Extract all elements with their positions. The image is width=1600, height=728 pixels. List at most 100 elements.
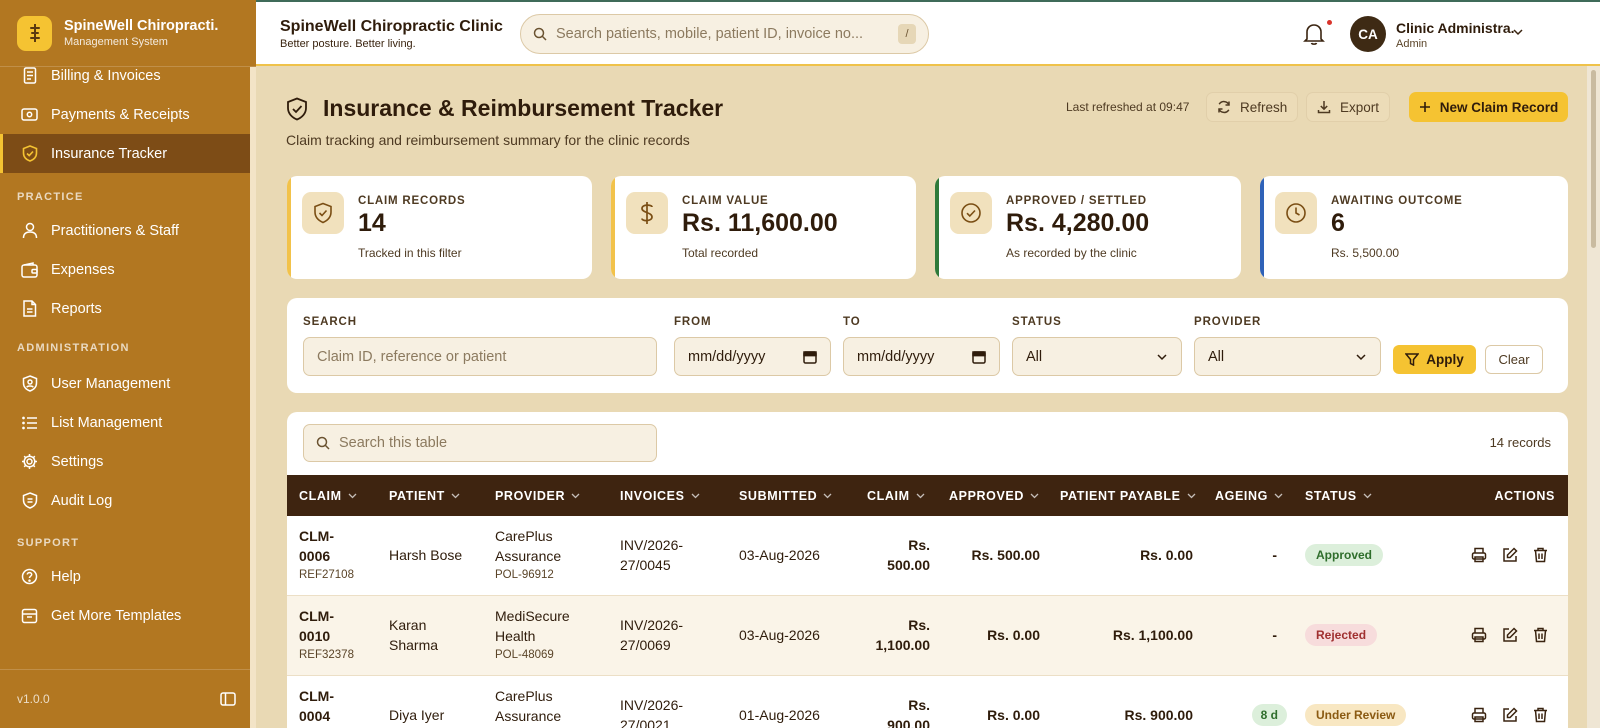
delete-icon[interactable]: [1533, 627, 1548, 643]
column-header-provider[interactable]: PROVIDER: [495, 475, 580, 516]
ageing-badge: 8 d: [1251, 704, 1287, 726]
table-search-input[interactable]: Search this table: [303, 424, 657, 462]
sidebar-item-get-more-templates[interactable]: Get More Templates: [0, 596, 256, 635]
delete-icon[interactable]: [1533, 707, 1548, 723]
sidebar-item-insurance-tracker[interactable]: Insurance Tracker: [0, 134, 256, 173]
invoices-cell[interactable]: INV/2026- 27/0045: [620, 535, 683, 575]
sidebar-item-label: Billing & Invoices: [51, 67, 161, 84]
page-scrollbar[interactable]: [1587, 66, 1600, 728]
sidebar-item-expenses[interactable]: Expenses: [0, 250, 256, 289]
column-header-claim-amount[interactable]: CLAIM: [867, 475, 925, 516]
patient-payable-cell: Rs. 900.00: [1124, 707, 1194, 723]
provider-select[interactable]: All: [1194, 337, 1381, 376]
shield-icon: [21, 492, 38, 509]
chevron-down-icon[interactable]: [1512, 28, 1524, 36]
column-header-status[interactable]: STATUS: [1305, 475, 1372, 516]
sidebar-item-reports[interactable]: Reports: [0, 289, 256, 328]
sidebar-item-help[interactable]: Help: [0, 557, 256, 596]
kpi-accent-bar: [1260, 176, 1264, 279]
edit-icon[interactable]: [1502, 547, 1518, 563]
sidebar-item-list-management[interactable]: List Management: [0, 403, 256, 442]
refresh-icon: [1217, 100, 1231, 114]
user-name[interactable]: Clinic Administra.: [1396, 20, 1515, 36]
version-label: v1.0.0: [17, 692, 50, 706]
scrollbar-thumb[interactable]: [1591, 70, 1596, 248]
sidebar-item-label: Insurance Tracker: [51, 145, 168, 162]
search-icon: [316, 436, 330, 450]
notification-dot: [1327, 20, 1332, 25]
column-header-approved[interactable]: APPROVED: [949, 475, 1039, 516]
plus-icon: [1419, 101, 1431, 113]
store-icon: [21, 607, 38, 624]
search-shortcut-key: /: [898, 24, 916, 44]
from-date-input[interactable]: mm/dd/yyyy: [674, 337, 831, 376]
column-label: PROVIDER: [495, 488, 566, 503]
brand-subtitle: Management System: [64, 36, 168, 48]
apply-filters-button[interactable]: Apply: [1393, 345, 1476, 374]
dollar-icon: [626, 192, 668, 234]
print-icon[interactable]: [1471, 627, 1487, 643]
sidebar-item-settings[interactable]: Settings: [0, 442, 256, 481]
claim-search-input[interactable]: Claim ID, reference or patient: [303, 337, 657, 376]
report-icon: [21, 300, 38, 317]
sidebar-item-billing[interactable]: Billing & Invoices: [0, 56, 256, 95]
global-search-input[interactable]: Search patients, mobile, patient ID, inv…: [520, 14, 929, 54]
table-row[interactable]: CLM- 0010 REF32378 Karan Sharma MediSecure H…: [287, 596, 1568, 676]
invoices-cell[interactable]: INV/2026- 27/0021: [620, 695, 683, 728]
table-row[interactable]: CLM- 0004 Diya Iyer CarePlus Assurance INV…: [287, 676, 1568, 728]
column-header-claim-id[interactable]: CLAIM: [299, 475, 357, 516]
new-claim-record-button[interactable]: New Claim Record: [1409, 92, 1568, 122]
calendar-icon[interactable]: [972, 350, 986, 364]
sidebar-item-payments[interactable]: Payments & Receipts: [0, 95, 256, 134]
column-label: AGEING: [1215, 488, 1268, 503]
claim-id-cell[interactable]: CLM- 0004: [299, 686, 334, 726]
column-header-ageing[interactable]: AGEING: [1215, 475, 1283, 516]
collapse-sidebar-icon[interactable]: [220, 692, 236, 706]
column-header-patient[interactable]: PATIENT: [389, 475, 460, 516]
shield-check-icon: [286, 97, 308, 121]
sidebar-scrollbar[interactable]: [250, 67, 256, 728]
chevron-down-icon: [348, 493, 357, 499]
claim-id-cell[interactable]: CLM- 0006 REF27108: [299, 526, 354, 583]
delete-icon[interactable]: [1533, 547, 1548, 563]
refresh-button[interactable]: Refresh: [1206, 92, 1299, 122]
export-button[interactable]: Export: [1306, 92, 1391, 122]
print-icon[interactable]: [1471, 707, 1487, 723]
provider-cell: MediSecure Health POL-48069: [495, 608, 570, 661]
search-icon: [533, 27, 547, 41]
sidebar-item-user-management[interactable]: User Management: [0, 364, 256, 403]
patient-payable-cell: Rs. 1,100.00: [1112, 627, 1193, 643]
edit-icon[interactable]: [1502, 707, 1518, 723]
status-select-value: All: [1026, 348, 1043, 365]
calendar-icon[interactable]: [803, 350, 817, 364]
column-header-submitted[interactable]: SUBMITTED: [739, 475, 832, 516]
sidebar-item-practitioners[interactable]: Practitioners & Staff: [0, 211, 256, 250]
sidebar-item-label: User Management: [51, 375, 171, 392]
invoices-cell[interactable]: INV/2026- 27/0069: [620, 615, 683, 655]
column-header-invoices[interactable]: INVOICES: [620, 475, 700, 516]
provider-cell: CarePlus Assurance POL-96912: [495, 528, 562, 581]
sidebar-item-label: Practitioners & Staff: [51, 222, 179, 239]
shield-icon: [302, 192, 344, 234]
kpi-note: Rs. 5,500.00: [1331, 246, 1400, 260]
new-claim-label: New Claim Record: [1439, 99, 1559, 115]
export-label: Export: [1340, 99, 1380, 115]
sidebar-item-label: Payments & Receipts: [51, 106, 190, 123]
kpi-note: As recorded by the clinic: [1006, 246, 1137, 260]
edit-icon[interactable]: [1502, 627, 1518, 643]
user-role: Admin: [1396, 38, 1428, 50]
notification-bell-icon[interactable]: [1303, 22, 1325, 46]
policy-number: POL-96912: [495, 569, 554, 581]
search-placeholder: Search patients, mobile, patient ID, inv…: [556, 26, 864, 42]
table-row[interactable]: CLM- 0006 REF27108 Harsh Bose CarePlus Assu…: [287, 516, 1568, 596]
print-icon[interactable]: [1471, 547, 1487, 563]
claim-id-cell[interactable]: CLM- 0010 REF32378: [299, 606, 354, 663]
status-select[interactable]: All: [1012, 337, 1182, 376]
clear-filters-button[interactable]: Clear: [1485, 345, 1543, 374]
patient-cell: Karan Sharma: [389, 617, 439, 653]
avatar[interactable]: CA: [1350, 16, 1386, 52]
sidebar-item-audit-log[interactable]: Audit Log: [0, 481, 256, 520]
column-label: CLAIM: [299, 488, 342, 503]
to-date-input[interactable]: mm/dd/yyyy: [843, 337, 1000, 376]
column-header-patient-payable[interactable]: PATIENT PAYABLE: [1060, 475, 1196, 516]
